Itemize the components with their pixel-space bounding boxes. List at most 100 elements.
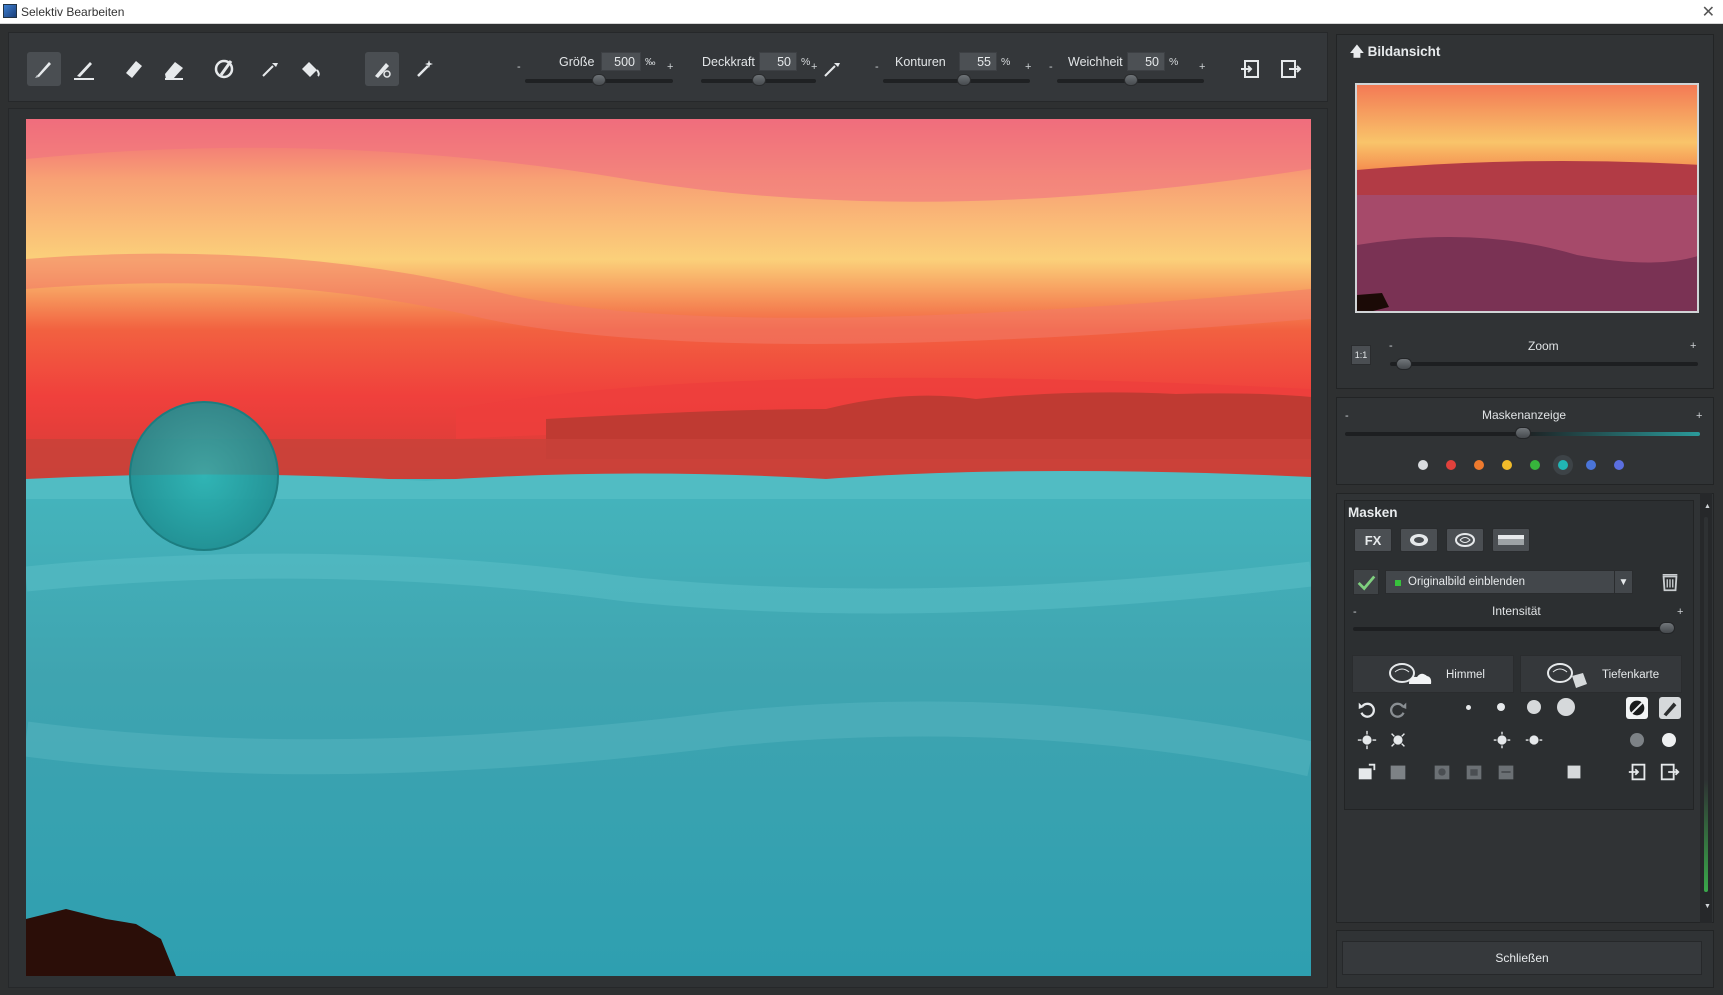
brush-icon[interactable]	[27, 52, 61, 86]
zoom-plus[interactable]: +	[1690, 340, 1696, 352]
softness-minus[interactable]: -	[1049, 61, 1053, 73]
fine-brush-icon[interactable]	[67, 52, 101, 86]
contour-slider-thumb[interactable]	[956, 74, 971, 86]
toolbar: - Größe 500 ‰ + Deckkraft 50 % + - Kontu…	[8, 32, 1328, 102]
mask-display-slider-thumb[interactable]	[1514, 427, 1531, 439]
scroll-down-arrow-icon[interactable]: ▼	[1704, 903, 1711, 910]
brush-size-xs-icon[interactable]	[1466, 705, 1471, 710]
mask-visible-checkbox[interactable]	[1353, 569, 1379, 595]
redo-icon[interactable]	[1386, 697, 1410, 721]
mask-mode-dropdown[interactable]: Originalbild einblenden ▼	[1385, 570, 1633, 594]
intensity-plus[interactable]: +	[1677, 606, 1683, 618]
pipette-icon[interactable]	[253, 52, 287, 86]
opacity-unit: %	[801, 56, 811, 68]
zoom-minus[interactable]: -	[1389, 340, 1393, 352]
pipette-icon[interactable]	[815, 52, 849, 86]
navigator-thumbnail[interactable]	[1355, 83, 1699, 313]
mask-color-swatch[interactable]	[1586, 460, 1596, 470]
brush-size-l-icon[interactable]	[1557, 698, 1575, 716]
mask-color-swatch[interactable]	[1474, 460, 1484, 470]
mask-color-swatch[interactable]	[1530, 460, 1540, 470]
opacity-value-field[interactable]: 50	[759, 52, 797, 71]
fill-mask-icon[interactable]	[1562, 761, 1586, 783]
lasso-brush-icon[interactable]	[207, 52, 241, 86]
export-mask-file-icon[interactable]	[1658, 761, 1682, 783]
brush-size-m-icon[interactable]	[1527, 700, 1541, 714]
mask-mode-value: Originalbild einblenden	[1408, 576, 1525, 588]
soft-eraser-icon[interactable]	[157, 52, 191, 86]
load-mask-icon[interactable]	[1355, 761, 1379, 783]
magic-wand-icon[interactable]	[407, 52, 441, 86]
eraser-icon[interactable]	[117, 52, 151, 86]
softness-value-field[interactable]: 50	[1127, 52, 1165, 71]
collapse-arrow-icon[interactable]: 🡅	[1350, 44, 1368, 59]
size-plus[interactable]: +	[667, 61, 673, 73]
size-minus[interactable]: -	[517, 61, 521, 73]
mask-opacity-low-icon[interactable]	[1630, 733, 1644, 747]
selective-edit-window: Selektiv Bearbeiten ✕ - Größe 500 ‰ + De…	[0, 0, 1723, 995]
gradient-mask-icon[interactable]	[1492, 528, 1530, 552]
fx-mask-tab[interactable]: FX	[1354, 528, 1392, 552]
ai-sky-label: Himmel	[1446, 669, 1485, 681]
mask-color-swatch[interactable]	[1418, 460, 1428, 470]
contour-label: Konturen	[895, 55, 946, 69]
image-canvas[interactable]	[26, 119, 1311, 976]
smart-brush-icon[interactable]	[365, 52, 399, 86]
brush-size-s-icon[interactable]	[1497, 703, 1505, 711]
chevron-down-icon[interactable]: ▼	[1614, 571, 1632, 593]
bildansicht-heading: 🡅 Bildansicht	[1350, 42, 1440, 65]
intensity-slider-thumb[interactable]	[1658, 622, 1675, 634]
grow-mask-icon[interactable]	[1490, 729, 1514, 751]
brush-cursor-preview	[129, 401, 279, 551]
trash-icon[interactable]	[1657, 569, 1683, 595]
merge-mask-icon[interactable]	[1462, 761, 1486, 783]
subtract-mask-icon[interactable]	[1494, 761, 1518, 783]
opacity-slider-thumb[interactable]	[751, 74, 766, 86]
fill-bucket-icon[interactable]	[293, 52, 327, 86]
zoom-slider-thumb[interactable]	[1396, 358, 1413, 370]
sunset-photo	[26, 119, 1311, 976]
contour-minus[interactable]: -	[875, 61, 879, 73]
import-mask-icon[interactable]	[1234, 52, 1268, 86]
export-mask-icon[interactable]	[1274, 52, 1308, 86]
close-button[interactable]: Schließen	[1342, 941, 1702, 975]
zoom-slider-track[interactable]	[1390, 362, 1698, 366]
intensity-minus[interactable]: -	[1353, 606, 1357, 618]
mask-color-swatch[interactable]	[1614, 460, 1624, 470]
brain-mask-icon[interactable]	[1446, 528, 1484, 552]
mask-color-swatch[interactable]	[1558, 460, 1568, 470]
paste-mask-icon[interactable]	[1430, 761, 1454, 783]
mask-color-swatch[interactable]	[1446, 460, 1456, 470]
window-title: Selektiv Bearbeiten	[21, 5, 125, 19]
size-value-field[interactable]: 500	[601, 52, 641, 71]
shrink-mask-icon[interactable]	[1522, 729, 1546, 751]
copy-mask-icon[interactable]	[1386, 761, 1410, 783]
undo-icon[interactable]	[1355, 697, 1379, 721]
close-window-icon[interactable]: ✕	[1702, 2, 1715, 22]
ai-sky-button[interactable]: Himmel	[1352, 655, 1514, 693]
sparkle-soft-icon[interactable]	[1386, 729, 1410, 751]
scrollbar-thumb[interactable]	[1704, 517, 1708, 892]
softness-slider-thumb[interactable]	[1123, 74, 1138, 86]
import-mask-file-icon[interactable]	[1626, 761, 1650, 783]
invert-mask-icon[interactable]	[1626, 697, 1648, 719]
scroll-up-arrow-icon[interactable]: ▲	[1704, 503, 1711, 510]
sparkle-sharp-icon[interactable]	[1355, 729, 1379, 751]
intensity-slider-track[interactable]	[1353, 627, 1673, 631]
brush-mode-icon[interactable]	[1659, 697, 1681, 719]
mask-display-minus[interactable]: -	[1345, 410, 1349, 422]
ai-depth-button[interactable]: Tiefenkarte	[1520, 655, 1682, 693]
mask-display-plus[interactable]: +	[1696, 410, 1702, 422]
mask-color-swatch[interactable]	[1502, 460, 1512, 470]
ellipse-mask-icon[interactable]	[1400, 528, 1438, 552]
masken-scrollbar[interactable]: ▲ ▼	[1700, 493, 1712, 923]
mask-opacity-high-icon[interactable]	[1662, 733, 1676, 747]
contour-param: - Konturen 55 % +	[875, 51, 1035, 93]
contour-plus[interactable]: +	[1025, 61, 1031, 73]
size-unit: ‰	[645, 56, 656, 68]
one-to-one-button[interactable]: 1:1	[1351, 345, 1371, 365]
contour-value-field[interactable]: 55	[959, 52, 997, 71]
softness-plus[interactable]: +	[1199, 61, 1205, 73]
brain-sky-icon	[1387, 662, 1433, 693]
size-slider-thumb[interactable]	[592, 74, 606, 86]
